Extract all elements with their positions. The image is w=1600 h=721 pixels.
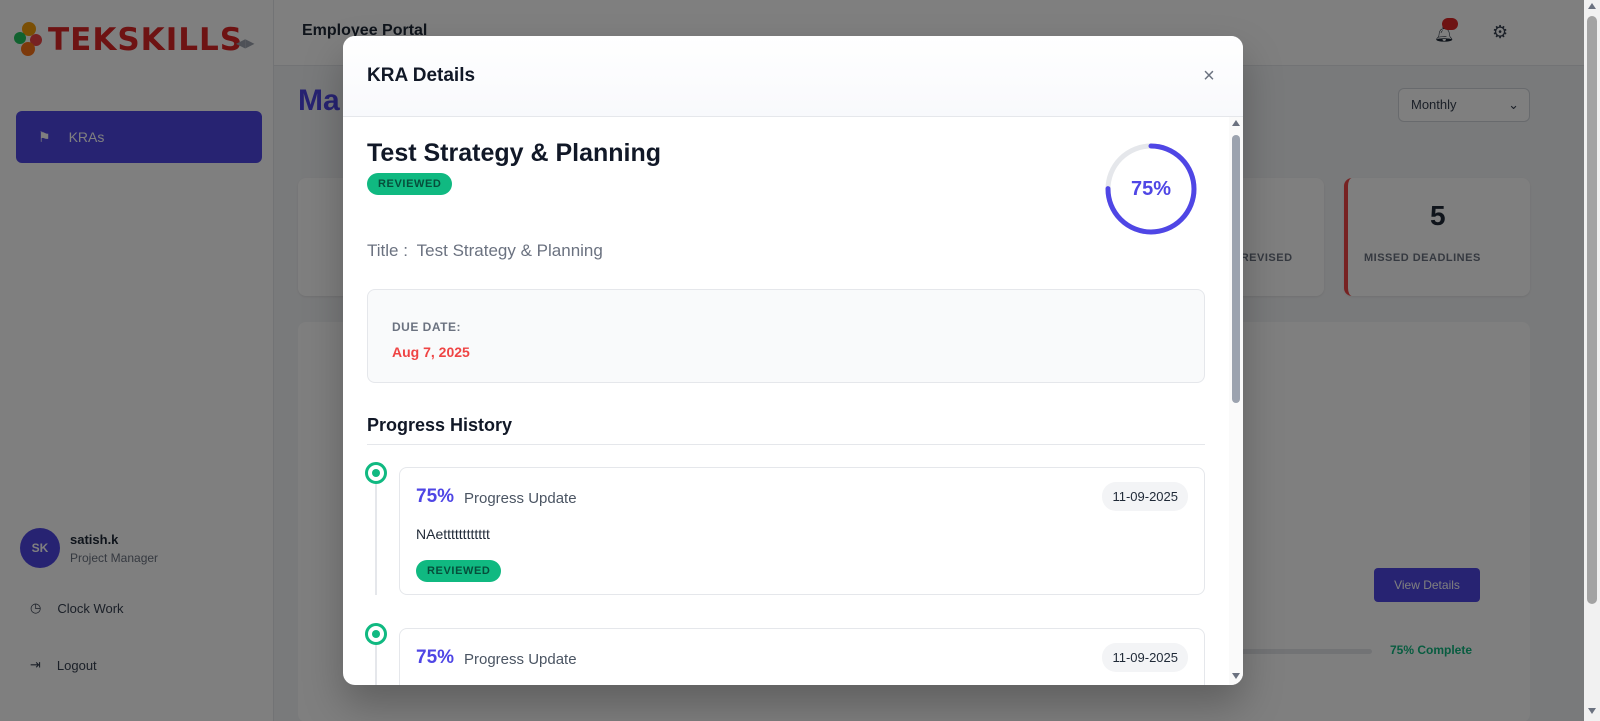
scrollbar-thumb[interactable] <box>1587 16 1597 604</box>
title-value: Test Strategy & Planning <box>416 241 603 260</box>
timeline-line <box>375 482 377 595</box>
history-entry: 75% Progress Update 11-09-2025 NAetttttt… <box>399 467 1205 595</box>
progress-history-title: Progress History <box>367 415 513 435</box>
history-entry: 75% Progress Update 11-09-2025 <box>399 628 1205 685</box>
kra-title-row: Title : Test Strategy & Planning <box>367 241 603 261</box>
kra-name: Test Strategy & Planning <box>367 139 662 167</box>
entry-percent: 75% <box>416 486 455 507</box>
entry-percent: 75% <box>416 647 455 668</box>
entry-date: 11-09-2025 <box>1102 643 1188 672</box>
close-icon[interactable]: × <box>1197 64 1221 88</box>
scroll-up-arrow-icon[interactable] <box>1588 3 1596 9</box>
due-date-value: Aug 7, 2025 <box>392 344 470 360</box>
scrollbar-thumb[interactable] <box>1232 135 1240 403</box>
entry-type: Progress Update <box>464 651 577 668</box>
progress-ring-label: 75% <box>1130 177 1172 200</box>
title-label: Title : <box>367 241 408 260</box>
modal-body[interactable]: Test Strategy & Planning REVIEWED 75% Ti… <box>343 117 1243 685</box>
timeline-line <box>375 643 377 685</box>
modal-title: KRA Details <box>367 65 476 86</box>
timeline-dot-icon <box>365 462 387 484</box>
scroll-down-arrow-icon[interactable] <box>1232 673 1240 679</box>
entry-type: Progress Update <box>464 490 577 507</box>
modal-header: KRA Details × <box>343 36 1243 117</box>
page-scrollbar[interactable] <box>1584 0 1600 721</box>
scroll-up-arrow-icon[interactable] <box>1232 120 1240 126</box>
kra-details-modal: KRA Details × Test Strategy & Planning R… <box>343 36 1243 685</box>
modal-scrollbar[interactable] <box>1229 117 1243 685</box>
divider <box>367 444 1205 445</box>
entry-date: 11-09-2025 <box>1102 482 1188 511</box>
entry-note: NAetttttttttttt <box>416 526 490 542</box>
status-badge-label: REVIEWED <box>416 560 502 582</box>
status-badge: REVIEWED <box>416 560 502 582</box>
due-date-label: DUE DATE: <box>392 320 461 334</box>
status-badge-label: REVIEWED <box>367 173 453 195</box>
timeline-dot-icon <box>365 623 387 645</box>
status-badge: REVIEWED <box>367 173 453 195</box>
due-date-box: DUE DATE: Aug 7, 2025 <box>367 289 1205 383</box>
scroll-down-arrow-icon[interactable] <box>1588 708 1596 714</box>
